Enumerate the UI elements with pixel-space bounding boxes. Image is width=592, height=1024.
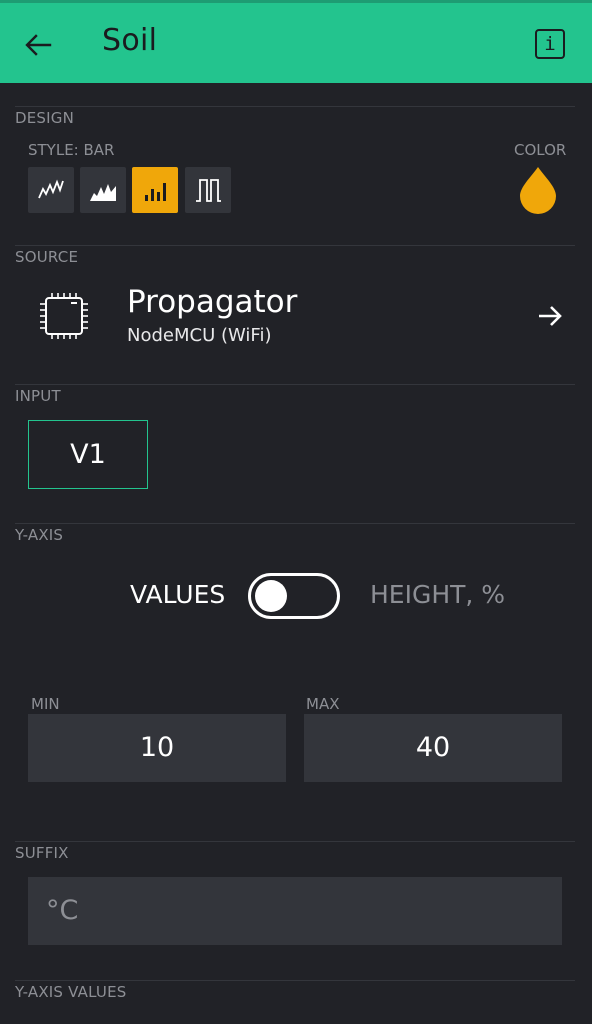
section-label-y-axis-values: Y-AXIS VALUES	[15, 983, 127, 1001]
page-title: Soil	[102, 23, 158, 58]
arrow-left-icon	[25, 34, 52, 56]
style-area-button[interactable]	[80, 167, 126, 213]
color-picker-button[interactable]	[517, 165, 559, 215]
line-chart-icon	[38, 179, 64, 199]
min-input[interactable]: 10	[28, 714, 286, 782]
divider	[15, 106, 575, 107]
device-name[interactable]: Propagator	[127, 284, 297, 320]
min-label: MIN	[31, 695, 60, 713]
style-line-button[interactable]	[28, 167, 74, 213]
color-label: COLOR	[514, 141, 567, 159]
divider	[15, 245, 575, 246]
device-type: NodeMCU (WiFi)	[127, 325, 272, 346]
source-select-button[interactable]	[536, 302, 564, 330]
toggle-label-values: VALUES	[130, 580, 226, 609]
droplet-icon	[520, 167, 556, 214]
info-button[interactable]: i	[535, 29, 565, 59]
area-chart-icon	[90, 184, 116, 201]
binary-chart-icon	[196, 179, 221, 202]
section-label-suffix: SUFFIX	[15, 844, 69, 862]
max-input[interactable]: 40	[304, 714, 562, 782]
arrow-right-icon	[539, 306, 562, 326]
max-label: MAX	[306, 695, 340, 713]
divider	[15, 841, 575, 842]
back-button[interactable]	[22, 29, 54, 61]
divider	[15, 523, 575, 524]
style-bar-button[interactable]	[132, 167, 178, 213]
section-label-design: DESIGN	[15, 109, 75, 127]
bar-chart-icon	[145, 183, 166, 201]
style-label: STYLE: BAR	[28, 141, 115, 159]
pin-select-button[interactable]: V1	[28, 420, 148, 489]
toggle-label-height: HEIGHT, %	[370, 580, 506, 609]
y-axis-mode-toggle[interactable]	[248, 573, 340, 619]
app-header: Soil i	[0, 0, 592, 83]
divider	[15, 980, 575, 981]
section-label-source: SOURCE	[15, 248, 79, 266]
toggle-knob	[255, 580, 287, 612]
divider	[15, 384, 575, 385]
style-binary-button[interactable]	[185, 167, 231, 213]
section-label-input: INPUT	[15, 387, 61, 405]
chip-icon	[38, 292, 90, 340]
section-label-y-axis: Y-AXIS	[15, 526, 64, 544]
suffix-input[interactable]: °C	[28, 877, 562, 945]
